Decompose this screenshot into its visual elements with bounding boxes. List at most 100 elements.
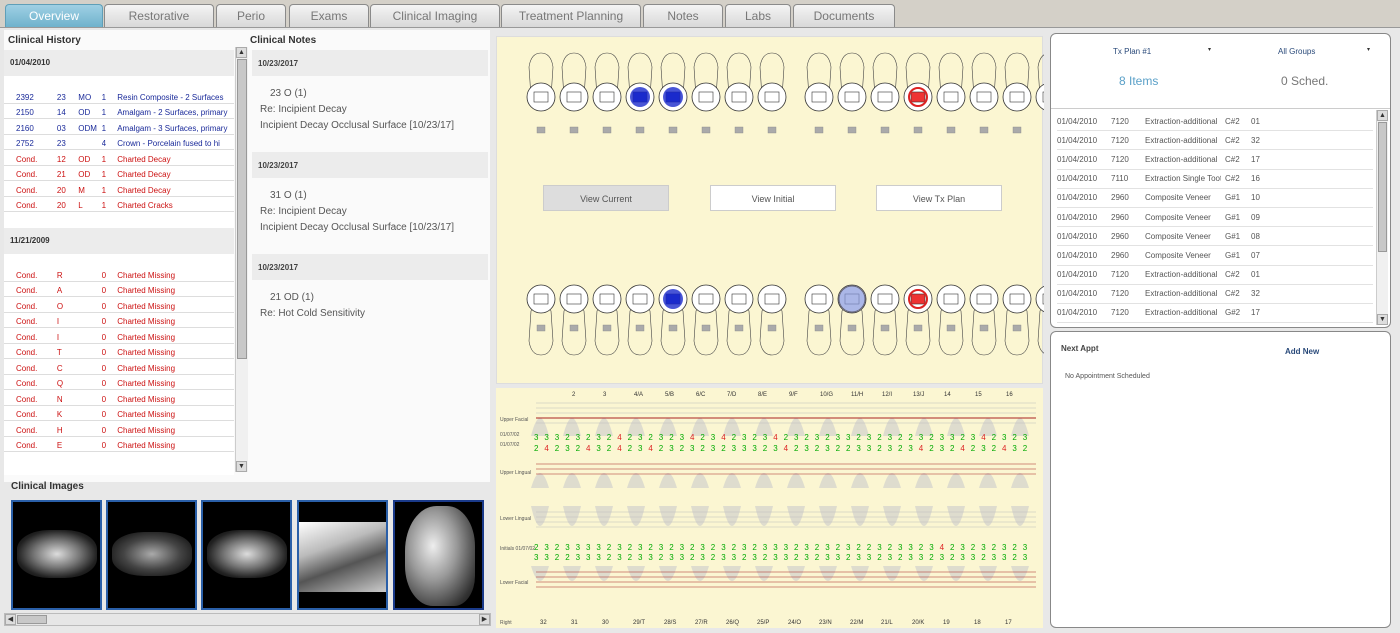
tooth-dropdown[interactable]	[1012, 324, 1022, 332]
history-row[interactable]: 2150 14 OD 1 Amalgam - 2 Surfaces, primary	[4, 104, 234, 119]
tab-labs[interactable]: Labs	[725, 4, 791, 27]
scroll-down-icon[interactable]: ▼	[1377, 314, 1388, 325]
scroll-up-icon[interactable]: ▲	[236, 47, 247, 58]
scroll-thumb[interactable]	[237, 59, 247, 359]
tx-plan-row[interactable]: 01/04/2010 2960 Composite Veneer G#1 09	[1057, 208, 1373, 228]
history-row[interactable]: Cond. O 0 Charted Missing	[4, 297, 234, 313]
view-tx-plan-button[interactable]: View Tx Plan	[876, 185, 1002, 211]
history-row[interactable]: Cond. K 0 Charted Missing	[4, 406, 234, 421]
scroll-up-icon[interactable]: ▲	[1377, 110, 1388, 121]
history-row[interactable]: Cond. 20 M 1 Charted Decay	[4, 181, 234, 197]
tooth[interactable]	[658, 52, 688, 112]
history-row[interactable]: Cond. 12 OD 1 Charted Decay	[4, 150, 234, 166]
tooth[interactable]	[658, 284, 688, 356]
tooth-dropdown[interactable]	[602, 324, 612, 332]
scroll-down-icon[interactable]: ▼	[236, 461, 247, 472]
tab-treatment-planning[interactable]: Treatment Planning	[501, 4, 641, 27]
tooth[interactable]	[526, 52, 556, 112]
tooth[interactable]	[691, 52, 721, 112]
tab-documents[interactable]: Documents	[793, 4, 895, 27]
tooth[interactable]	[592, 52, 622, 112]
tooth[interactable]	[804, 52, 834, 112]
tooth-dropdown[interactable]	[913, 324, 923, 332]
tooth[interactable]	[903, 52, 933, 112]
tooth-dropdown[interactable]	[701, 126, 711, 134]
tooth[interactable]	[592, 284, 622, 356]
tx-plan-row[interactable]: 01/04/2010 7110 Extraction Single Tooth C#2…	[1057, 170, 1373, 189]
add-new-link[interactable]: Add New	[1285, 347, 1319, 356]
tooth-dropdown[interactable]	[734, 324, 744, 332]
tx-plan-row[interactable]: 01/04/2010 7120 Extraction-additional C#2 32	[1057, 285, 1373, 304]
panoramic-xray-3[interactable]	[201, 500, 292, 610]
tooth-dropdown[interactable]	[880, 126, 890, 134]
note-body[interactable]: 23 O (1) Re: Incipient Decay Incipient Dec…	[252, 76, 488, 152]
panoramic-xray-2[interactable]	[106, 500, 197, 610]
tooth[interactable]	[969, 52, 999, 112]
tooth-dropdown[interactable]	[814, 126, 824, 134]
tooth-dropdown[interactable]	[913, 126, 923, 134]
tooth[interactable]	[804, 284, 834, 356]
tooth-dropdown[interactable]	[1012, 126, 1022, 134]
tooth[interactable]	[1002, 284, 1032, 356]
clinical-history-list[interactable]: 01/04/2010 2392 23 MO 1 Resin Composite - 2 S…	[4, 50, 234, 475]
tooth[interactable]	[625, 52, 655, 112]
view-initial-button[interactable]: View Initial	[710, 185, 836, 211]
tooth-dropdown[interactable]	[635, 324, 645, 332]
tooth[interactable]	[870, 52, 900, 112]
images-scroll-thumb[interactable]	[17, 615, 47, 624]
tx-plan-list[interactable]: 01/04/2010 7120 Extraction-additional C#2 01…	[1057, 112, 1373, 324]
tooth-dropdown[interactable]	[767, 324, 777, 332]
tab-restorative[interactable]: Restorative	[104, 4, 214, 27]
history-row[interactable]: Cond. N 0 Charted Missing	[4, 390, 234, 406]
groups-select[interactable]: All Groups	[1278, 47, 1315, 56]
tooth-dropdown[interactable]	[536, 126, 546, 134]
chevron-down-icon[interactable]: ▾	[1208, 46, 1211, 53]
panoramic-xray-1[interactable]	[11, 500, 102, 610]
history-row[interactable]: Cond. I 0 Charted Missing	[4, 328, 234, 344]
tx-plan-row[interactable]: 01/04/2010 2960 Composite Veneer G#1 10	[1057, 189, 1373, 208]
tooth-dropdown[interactable]	[734, 126, 744, 134]
tooth[interactable]	[936, 52, 966, 112]
tooth[interactable]	[559, 52, 589, 112]
tooth[interactable]	[757, 52, 787, 112]
tab-perio[interactable]: Perio	[216, 4, 286, 27]
tooth[interactable]	[757, 284, 787, 356]
scroll-right-icon[interactable]: ▶	[479, 614, 490, 625]
history-row[interactable]: Cond. I 0 Charted Missing	[4, 313, 234, 328]
tooth-dropdown[interactable]	[880, 324, 890, 332]
perio-chart-panel[interactable]: 3332323242323234234232342323233232322323…	[496, 388, 1043, 628]
tooth-dropdown[interactable]	[847, 324, 857, 332]
tooth-dropdown[interactable]	[767, 126, 777, 134]
history-row[interactable]: Cond. Q 0 Charted Missing	[4, 375, 234, 390]
tooth[interactable]	[837, 284, 867, 356]
history-row[interactable]: Cond. H 0 Charted Missing	[4, 421, 234, 437]
tooth-dropdown[interactable]	[602, 126, 612, 134]
perio-chart[interactable]: 3332323242323234234232342323233232322323…	[496, 388, 1043, 628]
tooth[interactable]	[1035, 285, 1044, 355]
tooth[interactable]	[870, 284, 900, 356]
tab-notes[interactable]: Notes	[643, 4, 723, 27]
tooth[interactable]	[903, 284, 933, 356]
history-row[interactable]: 2392 23 MO 1 Resin Composite - 2 Surfaces	[4, 88, 234, 104]
tooth-dropdown[interactable]	[701, 324, 711, 332]
tx-plan-scrollbar[interactable]: ▲ ▼	[1376, 110, 1388, 325]
tx-plan-row[interactable]: 01/04/2010 7120 Extraction-additional C#2 17	[1057, 150, 1373, 170]
tooth-dropdown[interactable]	[635, 126, 645, 134]
tx-scroll-thumb[interactable]	[1378, 122, 1387, 252]
tab-clinical-imaging[interactable]: Clinical Imaging	[370, 4, 500, 27]
tooth[interactable]	[1002, 52, 1032, 112]
tooth-dropdown[interactable]	[847, 126, 857, 134]
chevron-down-icon[interactable]: ▾	[1367, 46, 1370, 53]
tx-plan-select[interactable]: Tx Plan #1	[1113, 47, 1151, 56]
bitewing-xray[interactable]	[297, 500, 388, 610]
note-body[interactable]: 31 O (1) Re: Incipient Decay Incipient Dec…	[252, 178, 488, 254]
tab-exams[interactable]: Exams	[289, 4, 369, 27]
tooth-dropdown[interactable]	[979, 324, 989, 332]
tooth[interactable]	[691, 284, 721, 356]
tooth-dropdown[interactable]	[814, 324, 824, 332]
tooth-dropdown[interactable]	[569, 126, 579, 134]
tooth[interactable]	[625, 284, 655, 356]
tooth[interactable]	[724, 52, 754, 112]
history-row[interactable]: Cond. R 0 Charted Missing	[4, 266, 234, 282]
scroll-left-icon[interactable]: ◀	[5, 614, 16, 625]
